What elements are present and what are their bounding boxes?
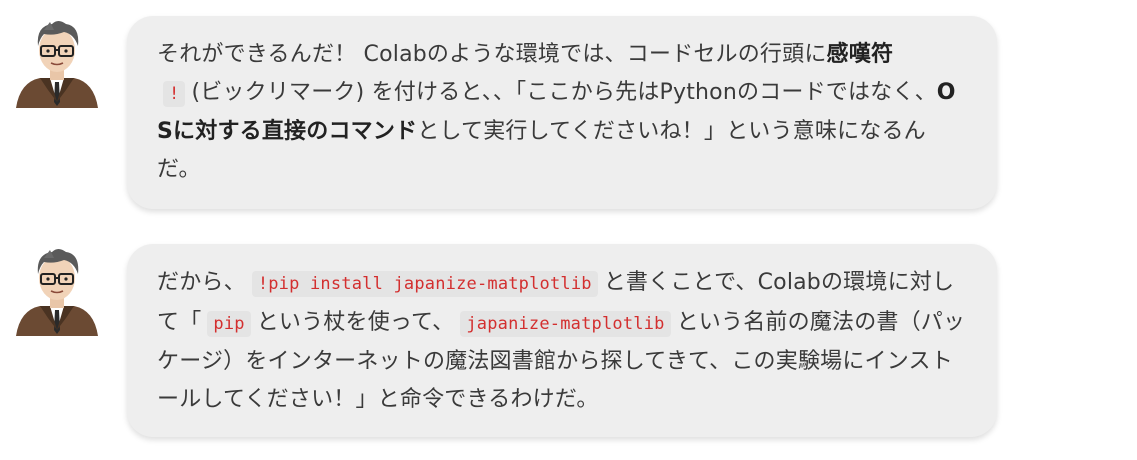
inline-code: !pip install japanize-matplotlib bbox=[251, 271, 598, 297]
message-text-segment: (ビックリマーク) を付けると、、「ここから先はPythonのコードではなく、 bbox=[191, 79, 937, 105]
chat-thread: それができるんだ！ Colabのような環境では、コードセルの行頭に感嘆符! (ビッ… bbox=[0, 0, 1137, 460]
professor-avatar-icon bbox=[16, 21, 98, 108]
message-text: それができるんだ！ Colabのような環境では、コードセルの行頭に感嘆符! (ビッ… bbox=[157, 36, 967, 188]
professor-avatar-icon bbox=[16, 249, 98, 336]
message-bubble: それができるんだ！ Colabのような環境では、コードセルの行頭に感嘆符! (ビッ… bbox=[127, 16, 997, 209]
message-text-segment: だから、 bbox=[157, 270, 246, 295]
emphasis-text: 感嘆符 bbox=[826, 42, 894, 67]
inline-code: pip bbox=[207, 310, 251, 337]
message-text-segment: それができるんだ！ Colabのような環境では、コードセルの行頭に bbox=[157, 42, 827, 67]
message-bubble: だから、 !pip install japanize-matplotlib と書くこ… bbox=[127, 244, 997, 437]
inline-code: ! bbox=[163, 80, 186, 107]
message-text: だから、 !pip install japanize-matplotlib と書くこ… bbox=[157, 264, 967, 418]
inline-code: japanize-matplotlib bbox=[460, 310, 671, 337]
avatar bbox=[14, 16, 100, 108]
message-text-segment: という杖を使って、 bbox=[256, 309, 455, 335]
avatar bbox=[14, 244, 100, 336]
